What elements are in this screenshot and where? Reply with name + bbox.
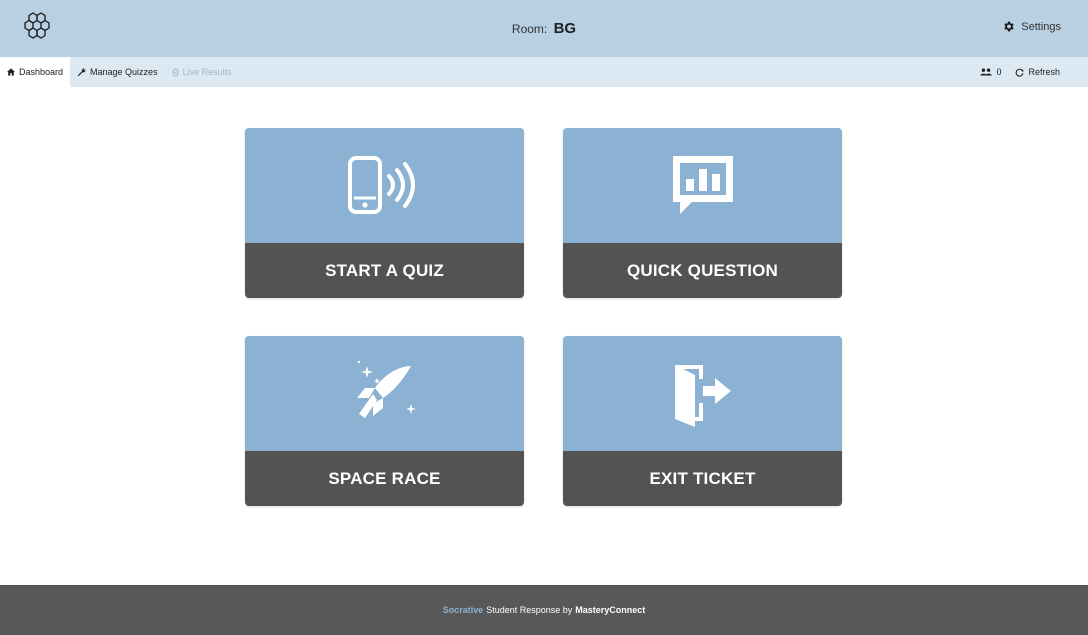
tab-label: Live Results xyxy=(182,67,232,77)
gauge-icon xyxy=(172,67,178,77)
tile-label: START A QUIZ xyxy=(245,243,524,298)
tile-label: EXIT TICKET xyxy=(563,451,842,506)
room-indicator: Room: BG xyxy=(0,20,1088,37)
student-count-value: 0 xyxy=(996,67,1002,77)
nav-tabs: Dashboard Manage Quizzes Live Results xyxy=(0,57,239,87)
settings-button[interactable]: Settings xyxy=(1002,20,1061,33)
refresh-icon xyxy=(1016,68,1024,77)
gear-icon xyxy=(1004,21,1014,32)
tab-label: Dashboard xyxy=(19,67,64,77)
footer-text: Student Response by xyxy=(486,605,573,615)
users-icon xyxy=(980,68,993,76)
tile-icon-area xyxy=(563,336,842,451)
phone-signal-icon xyxy=(347,155,415,214)
tile-label: SPACE RACE xyxy=(245,451,524,506)
student-count: 0 xyxy=(980,67,1001,77)
rocket-icon xyxy=(356,360,416,418)
tab-manage-quizzes[interactable]: Manage Quizzes xyxy=(70,57,165,87)
nav-right: 0 Refresh xyxy=(980,57,1060,87)
space-race-tile[interactable]: SPACE RACE xyxy=(245,336,524,506)
nav-bar: Dashboard Manage Quizzes Live Results 0 xyxy=(0,57,1088,87)
refresh-label: Refresh xyxy=(1028,67,1060,77)
tile-icon-area xyxy=(563,128,842,243)
footer-brand[interactable]: Socrative xyxy=(443,605,484,615)
room-label: Room: xyxy=(511,22,548,36)
tab-label: Manage Quizzes xyxy=(90,67,158,77)
wrench-icon xyxy=(77,67,86,76)
settings-label: Settings xyxy=(1021,20,1061,33)
home-icon xyxy=(7,68,15,76)
quick-question-tile[interactable]: QUICK QUESTION xyxy=(563,128,842,298)
tile-label: QUICK QUESTION xyxy=(563,243,842,298)
exit-ticket-tile[interactable]: EXIT TICKET xyxy=(563,336,842,506)
room-code: BG xyxy=(553,20,577,37)
tab-live-results[interactable]: Live Results xyxy=(165,57,239,87)
top-header: Room: BG Settings xyxy=(0,0,1088,57)
exit-door-icon xyxy=(674,364,731,427)
refresh-button[interactable]: Refresh xyxy=(1015,67,1060,77)
footer: Socrative Student Response by MasteryCon… xyxy=(0,585,1088,635)
chart-bubble-icon xyxy=(672,155,733,214)
start-a-quiz-tile[interactable]: START A QUIZ xyxy=(245,128,524,298)
tile-icon-area xyxy=(245,128,524,243)
footer-company[interactable]: MasteryConnect xyxy=(575,605,645,615)
tab-dashboard[interactable]: Dashboard xyxy=(0,57,71,87)
tile-icon-area xyxy=(245,336,524,451)
